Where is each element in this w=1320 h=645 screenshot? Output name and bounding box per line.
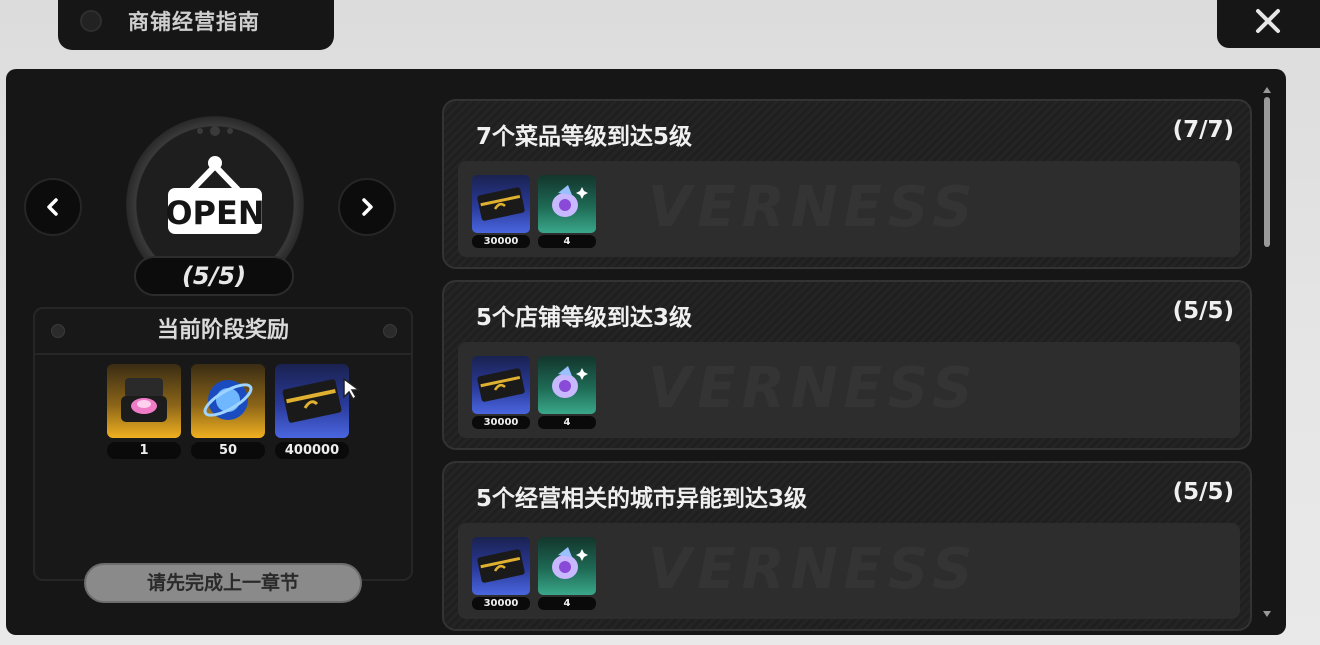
gold-ticket-icon (275, 364, 349, 438)
chapter-progress: (5/5) (134, 256, 294, 296)
purple-fish-icon (538, 175, 596, 233)
reward-item[interactable]: 4 (538, 356, 596, 429)
reward-item[interactable]: 30000 (472, 537, 530, 610)
gold-ticket-icon (472, 175, 530, 233)
svg-text:OPEN: OPEN (165, 194, 264, 232)
task-card: 7个菜品等级到达5级 (7/7) VERNESS 30000 (442, 99, 1252, 269)
reward-count: 1 (107, 442, 181, 459)
reward-count: 30000 (472, 597, 530, 610)
open-sign-icon: OPEN (165, 156, 265, 234)
task-title: 5个店铺等级到达3级 (476, 305, 693, 331)
title-rivet-icon (80, 10, 102, 32)
task-title: 7个菜品等级到达5级 (476, 124, 693, 150)
scroll-up-icon (1263, 87, 1271, 93)
task-scrollbar[interactable] (1263, 87, 1271, 617)
blue-orb-icon (191, 364, 265, 438)
purple-fish-icon (538, 356, 596, 414)
watermark: VERNESS (648, 537, 979, 602)
chevron-right-icon (362, 198, 373, 216)
task-title: 5个经营相关的城市异能到达3级 (476, 486, 808, 512)
stage-reward-title: 当前阶段奖励 (35, 309, 411, 355)
gold-ticket-icon (472, 356, 530, 414)
scrollbar-thumb[interactable] (1264, 97, 1270, 247)
reward-item[interactable]: 30000 (472, 356, 530, 429)
chevron-left-icon (47, 198, 58, 216)
task-card: 5个店铺等级到达3级 (5/5) VERNESS 30000 (442, 280, 1252, 450)
task-card: 5个经营相关的城市异能到达3级 (5/5) VERNESS 30000 (442, 461, 1252, 631)
task-progress: (7/7) (1172, 117, 1234, 143)
reward-count: 400000 (275, 442, 349, 459)
reward-count: 4 (538, 416, 596, 429)
reward-item[interactable]: 400000 (275, 364, 349, 459)
rivet-icon (383, 324, 397, 338)
jewel-box-icon (107, 364, 181, 438)
close-icon (1256, 9, 1280, 33)
reward-count: 4 (538, 597, 596, 610)
reward-item[interactable]: 1 (107, 364, 181, 459)
task-rewards: VERNESS 30000 (458, 342, 1240, 438)
mouse-cursor-icon (342, 377, 362, 405)
close-button[interactable] (1217, 0, 1320, 48)
reward-count: 30000 (472, 416, 530, 429)
page-title: 商铺经营指南 (128, 10, 260, 34)
reward-item[interactable]: 4 (538, 537, 596, 610)
scroll-down-icon (1263, 611, 1271, 617)
task-progress: (5/5) (1172, 298, 1234, 324)
next-chapter-arrow-button[interactable] (338, 178, 396, 236)
task-list: 7个菜品等级到达5级 (7/7) VERNESS 30000 (442, 99, 1252, 635)
task-rewards: VERNESS 30000 (458, 523, 1240, 619)
purple-fish-icon (538, 537, 596, 595)
watermark: VERNESS (648, 356, 979, 421)
reward-item[interactable]: 50 (191, 364, 265, 459)
rivet-icon (51, 324, 65, 338)
guide-panel: OPEN (5/5) 当前阶段奖励 1 50 400000 请先完成上一章节 7… (6, 69, 1286, 635)
task-progress: (5/5) (1172, 479, 1234, 505)
reward-count: 50 (191, 442, 265, 459)
reward-count: 30000 (472, 235, 530, 248)
reward-item[interactable]: 4 (538, 175, 596, 248)
prev-chapter-arrow-button[interactable] (24, 178, 82, 236)
stage-reward-box: 当前阶段奖励 1 50 400000 (33, 307, 413, 581)
watermark: VERNESS (648, 175, 979, 240)
reward-item[interactable]: 30000 (472, 175, 530, 248)
reward-count: 4 (538, 235, 596, 248)
gold-ticket-icon (472, 537, 530, 595)
guide-title-tab: 商铺经营指南 (58, 0, 334, 50)
badge-dots-icon (197, 126, 233, 136)
complete-previous-chapter-button[interactable]: 请先完成上一章节 (84, 563, 362, 603)
task-rewards: VERNESS 30000 (458, 161, 1240, 257)
